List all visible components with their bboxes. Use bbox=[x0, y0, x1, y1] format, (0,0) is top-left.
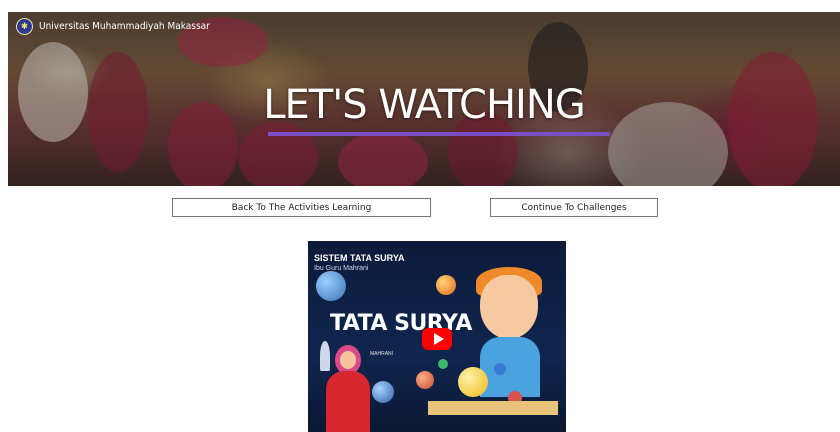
video-title: SISTEM TATA SURYA bbox=[314, 253, 405, 263]
youtube-play-icon[interactable] bbox=[422, 328, 452, 350]
video-subtitle: Ibu Guru Mahrani bbox=[314, 265, 369, 272]
planet-icon bbox=[316, 271, 346, 301]
teacher-face bbox=[340, 351, 356, 369]
continue-to-challenges-button[interactable]: Continue To Challenges bbox=[490, 198, 658, 217]
play-triangle-icon bbox=[433, 333, 444, 345]
comet-icon bbox=[436, 275, 456, 295]
brand-name: Universitas Muhammadiyah Makassar bbox=[39, 21, 210, 32]
university-logo-icon: ✱ bbox=[16, 18, 33, 35]
brand[interactable]: ✱ Universitas Muhammadiyah Makassar bbox=[16, 18, 210, 35]
sun-icon bbox=[458, 367, 488, 397]
desk bbox=[428, 401, 558, 415]
title-underline bbox=[268, 132, 610, 136]
rocket-icon bbox=[320, 341, 330, 371]
boy-body bbox=[480, 337, 540, 397]
boy-head bbox=[480, 275, 538, 339]
back-to-activities-button[interactable]: Back To The Activities Learning bbox=[172, 198, 431, 217]
planet-icon bbox=[438, 359, 448, 369]
hero-banner: ✱ Universitas Muhammadiyah Makassar LET'… bbox=[8, 12, 840, 186]
page-title: LET'S WATCHING bbox=[263, 82, 586, 128]
planet-icon bbox=[494, 363, 506, 375]
planet-icon bbox=[416, 371, 434, 389]
teacher-name: MAHRANI bbox=[370, 351, 394, 357]
video-player[interactable]: SISTEM TATA SURYA Ibu Guru Mahrani TATA … bbox=[308, 241, 566, 432]
teacher-figure bbox=[326, 371, 370, 432]
planet-icon bbox=[372, 381, 394, 403]
